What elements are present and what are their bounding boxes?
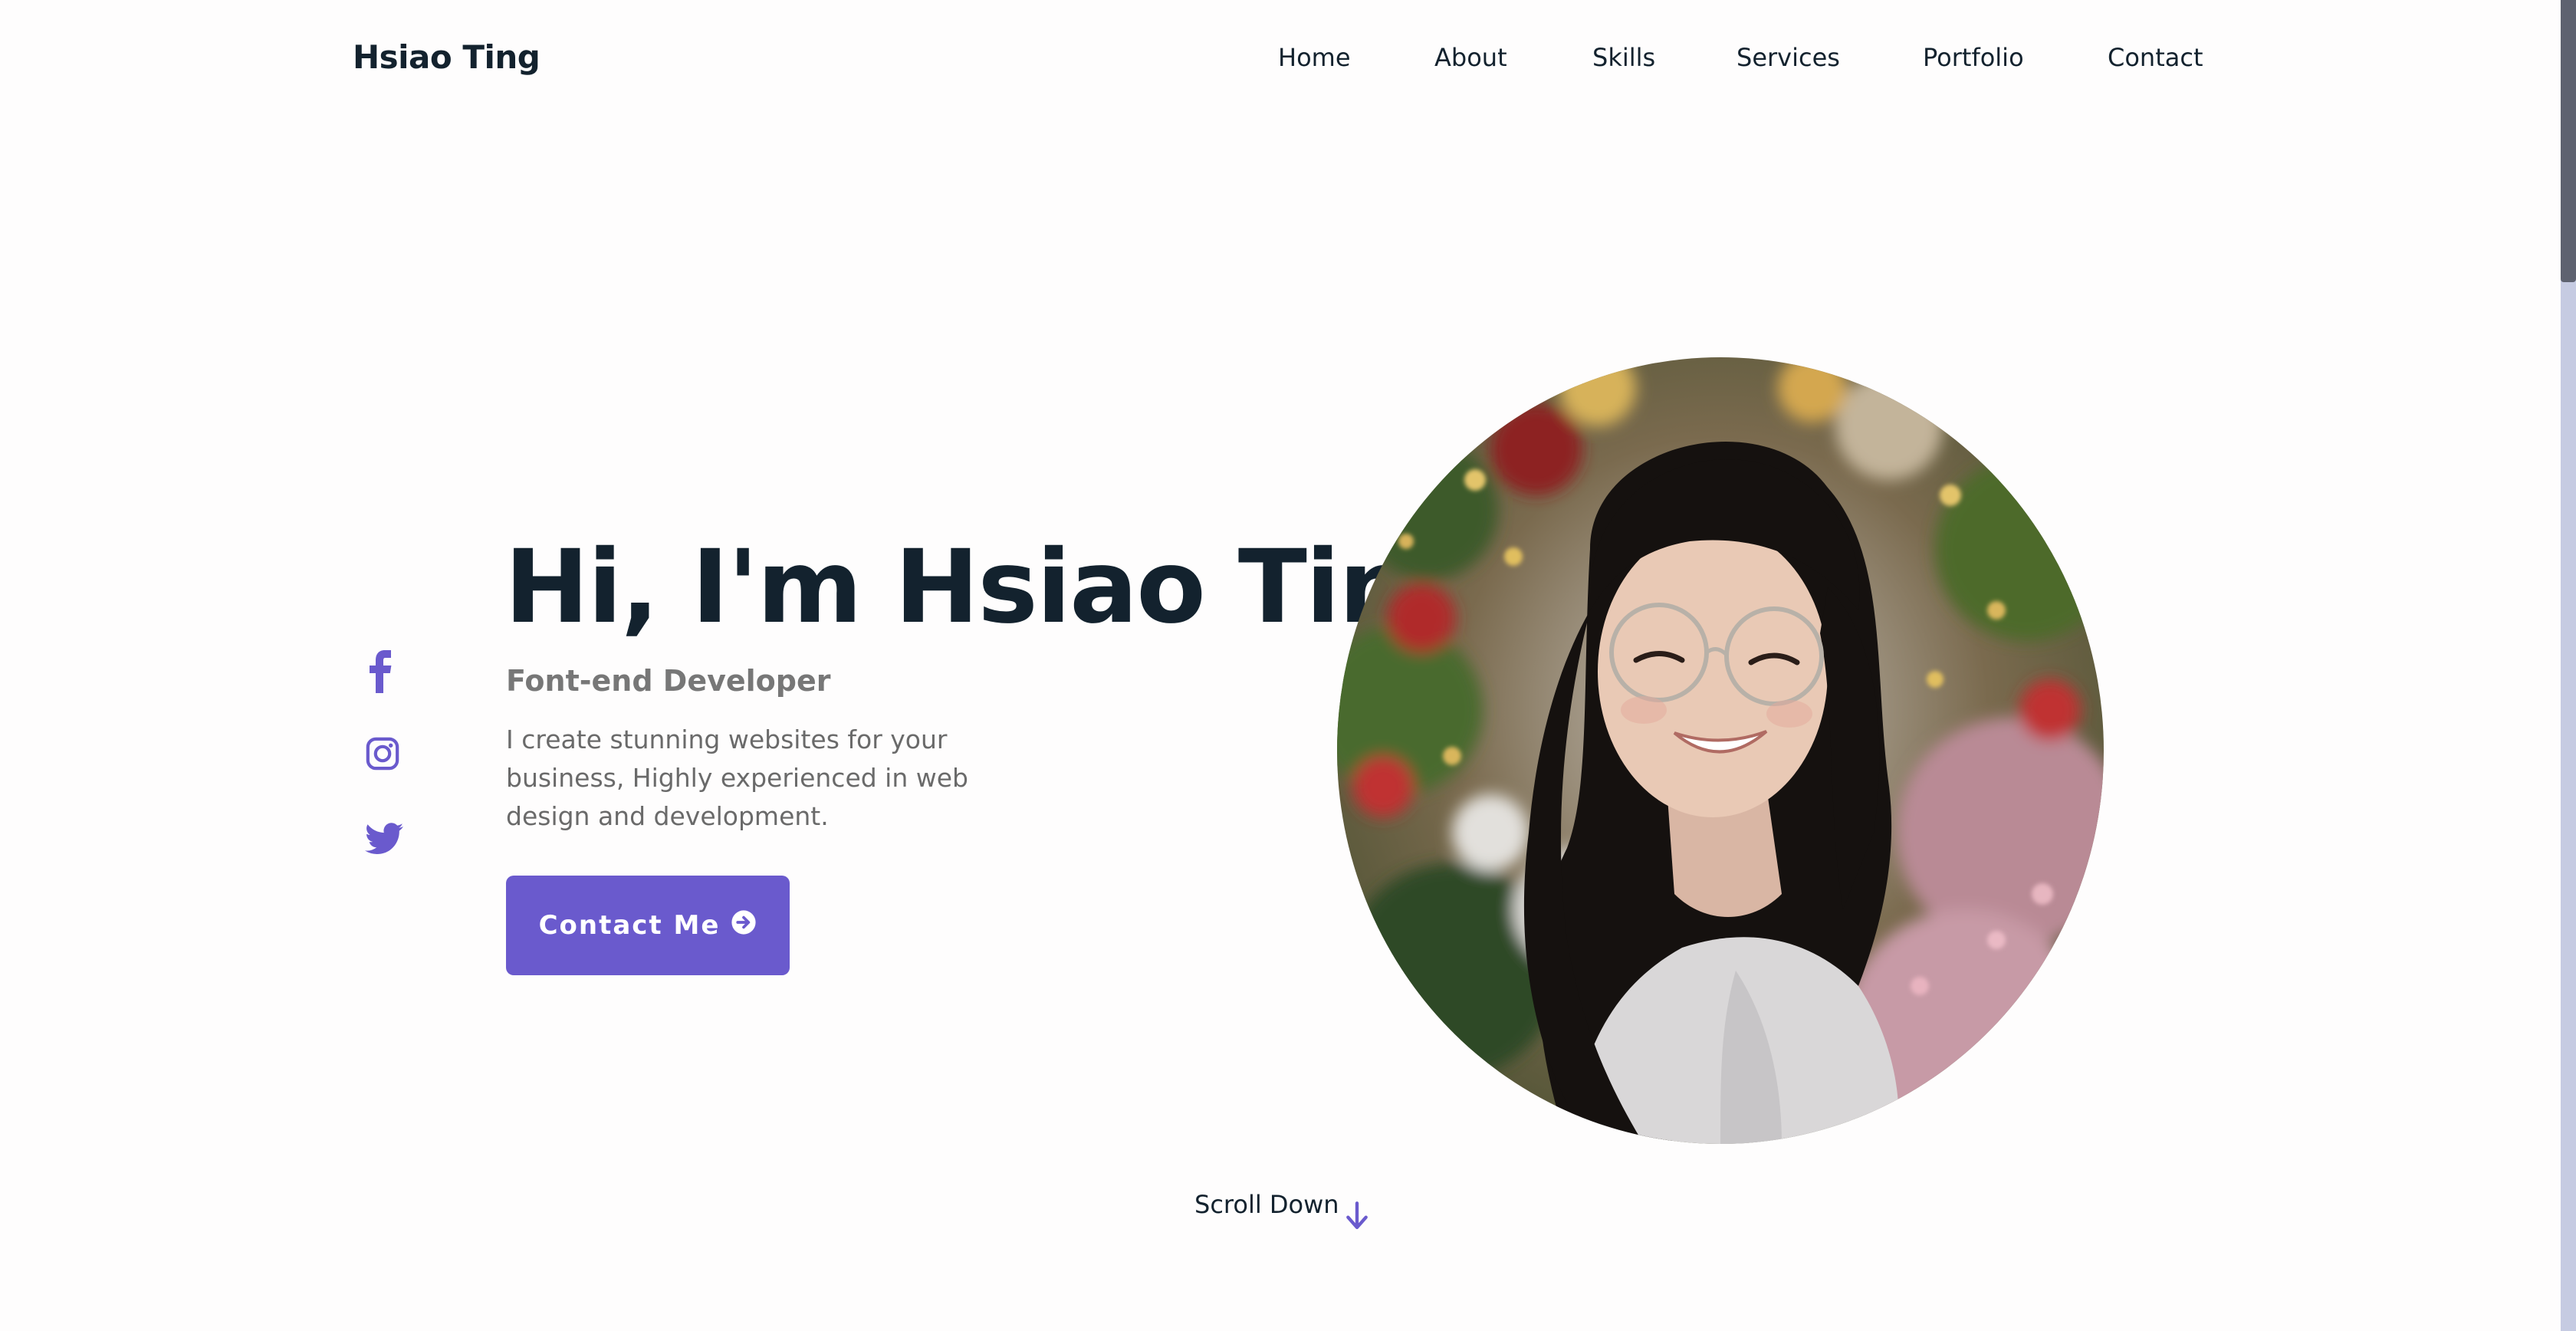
nav-about[interactable]: About: [1434, 43, 1507, 72]
arrow-right-circle-icon: [731, 909, 757, 942]
nav-services[interactable]: Services: [1737, 43, 1840, 72]
page: Hsiao Ting Home About Skills Services Po…: [0, 0, 2576, 1331]
nav-portfolio[interactable]: Portfolio: [1923, 43, 2024, 72]
nav-skills[interactable]: Skills: [1592, 43, 1655, 72]
scrollbar-thumb[interactable]: [2561, 0, 2576, 282]
portrait-photo: [1337, 357, 2104, 1144]
hero-description: I create stunning websites for your busi…: [506, 725, 968, 831]
nav-home[interactable]: Home: [1278, 43, 1351, 72]
instagram-icon[interactable]: [365, 736, 411, 771]
contact-me-label: Contact Me: [538, 910, 721, 941]
scroll-down-link[interactable]: Scroll Down: [1194, 1190, 1370, 1237]
scroll-down-label: Scroll Down: [1194, 1190, 1339, 1219]
twitter-icon[interactable]: [365, 822, 411, 856]
hero-subtitle: Font-end Developer: [506, 664, 831, 698]
arrow-down-icon: [1344, 1201, 1370, 1237]
hero-title: Hi, I'm Hsiao Ting: [504, 528, 1482, 646]
facebook-icon[interactable]: [365, 650, 411, 693]
main-nav: Home About Skills Services Portfolio Con…: [0, 43, 2576, 81]
contact-me-button[interactable]: Contact Me: [506, 876, 790, 975]
nav-contact[interactable]: Contact: [2108, 43, 2203, 72]
